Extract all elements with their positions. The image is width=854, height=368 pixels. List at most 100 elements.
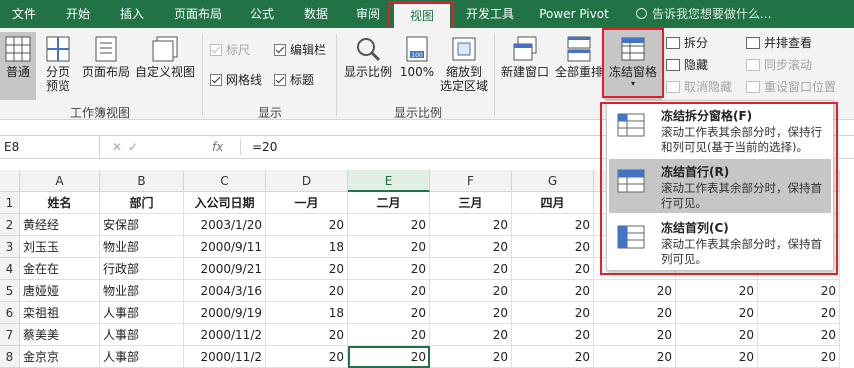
table-cell[interactable]: 20: [348, 258, 430, 280]
column-header[interactable]: G: [512, 170, 594, 192]
row-header[interactable]: 1: [0, 192, 20, 214]
table-cell[interactable]: 20: [512, 346, 594, 368]
table-cell[interactable]: 20: [594, 346, 676, 368]
table-cell[interactable]: 三月: [430, 192, 512, 214]
table-cell[interactable]: 20: [348, 280, 430, 302]
table-cell[interactable]: 蔡美美: [20, 324, 100, 346]
row-header[interactable]: 8: [0, 346, 20, 368]
table-cell[interactable]: 20: [676, 302, 758, 324]
tab-file[interactable]: 文件: [6, 0, 42, 28]
table-cell[interactable]: 栾祖祖: [20, 302, 100, 324]
row-header[interactable]: 4: [0, 258, 20, 280]
freeze-first-column-menu-item[interactable]: 冻结首列(C) 滚动工作表其余部分时，保持首列可见。: [609, 215, 831, 269]
row-header[interactable]: 2: [0, 214, 20, 236]
tell-me-search[interactable]: 告诉我您想要做什么...: [636, 0, 771, 28]
page-break-preview-button[interactable]: 分页 预览: [40, 36, 76, 93]
table-cell[interactable]: 20: [266, 280, 348, 302]
table-cell[interactable]: 20: [594, 280, 676, 302]
fx-icon[interactable]: fx: [212, 136, 223, 158]
table-cell[interactable]: 20: [266, 214, 348, 236]
table-cell[interactable]: 2000/9/11: [184, 236, 266, 258]
table-cell[interactable]: 20: [512, 302, 594, 324]
custom-views-button[interactable]: 自定义视图: [134, 36, 196, 79]
column-header[interactable]: B: [100, 170, 184, 192]
table-cell[interactable]: 行政部: [100, 258, 184, 280]
table-cell[interactable]: 唐娅娅: [20, 280, 100, 302]
column-header[interactable]: E: [348, 170, 430, 192]
table-cell[interactable]: 部门: [100, 192, 184, 214]
table-cell[interactable]: 20: [430, 214, 512, 236]
tab-data[interactable]: 数据: [296, 0, 336, 28]
gridlines-checkbox[interactable]: 网格线: [210, 72, 262, 88]
freeze-top-row-menu-item[interactable]: 冻结首行(R) 滚动工作表其余部分时，保持首行可见。: [609, 159, 831, 213]
cancel-icon[interactable]: ✕: [112, 136, 122, 158]
table-cell[interactable]: 20: [676, 280, 758, 302]
table-cell[interactable]: 20: [266, 258, 348, 280]
tab-home[interactable]: 开始: [56, 0, 100, 28]
table-cell[interactable]: 安保部: [100, 214, 184, 236]
table-cell[interactable]: 20: [348, 214, 430, 236]
tab-review[interactable]: 审阅: [348, 0, 388, 28]
tab-insert[interactable]: 插入: [112, 0, 152, 28]
table-cell[interactable]: 18: [266, 236, 348, 258]
normal-view-button[interactable]: 普通: [0, 32, 36, 100]
formula-bar-checkbox[interactable]: 编辑栏: [274, 42, 326, 58]
tab-view[interactable]: 视图: [394, 4, 450, 28]
freeze-panes-menu-item[interactable]: 冻结拆分窗格(F) 滚动工作表其余部分时，保持行和列可见(基于当前的选择)。: [609, 103, 831, 157]
column-header[interactable]: D: [266, 170, 348, 192]
column-header[interactable]: F: [430, 170, 512, 192]
column-header[interactable]: C: [184, 170, 266, 192]
table-cell[interactable]: 20: [758, 302, 840, 324]
row-header[interactable]: 7: [0, 324, 20, 346]
table-cell[interactable]: 20: [348, 346, 430, 368]
column-header[interactable]: A: [20, 170, 100, 192]
table-cell[interactable]: 20: [512, 236, 594, 258]
table-cell[interactable]: 20: [266, 346, 348, 368]
table-cell[interactable]: 20: [512, 324, 594, 346]
select-all-corner[interactable]: [0, 170, 20, 192]
table-cell[interactable]: 金在在: [20, 258, 100, 280]
zoom-to-selection-button[interactable]: 缩放到 选定区域: [438, 36, 490, 93]
row-header[interactable]: 3: [0, 236, 20, 258]
new-window-button[interactable]: 新建窗口: [498, 36, 552, 79]
freeze-panes-button[interactable]: 冻结窗格 ▾: [604, 30, 662, 100]
table-cell[interactable]: 20: [512, 214, 594, 236]
table-cell[interactable]: 20: [430, 346, 512, 368]
headings-checkbox[interactable]: 标题: [274, 72, 314, 88]
table-cell[interactable]: 2000/9/21: [184, 258, 266, 280]
table-cell[interactable]: 2004/3/16: [184, 280, 266, 302]
tab-formulas[interactable]: 公式: [240, 0, 284, 28]
table-cell[interactable]: 20: [512, 258, 594, 280]
ruler-checkbox[interactable]: 标尺: [210, 42, 250, 58]
unhide-button[interactable]: 取消隐藏: [666, 78, 732, 96]
table-cell[interactable]: 20: [758, 346, 840, 368]
table-cell[interactable]: 20: [430, 302, 512, 324]
table-cell[interactable]: 四月: [512, 192, 594, 214]
zoom-100-button[interactable]: 100 100%: [398, 36, 436, 79]
table-cell[interactable]: 物业部: [100, 280, 184, 302]
zoom-button[interactable]: 显示比例: [342, 36, 394, 79]
arrange-all-button[interactable]: 全部重排: [552, 36, 606, 79]
table-cell[interactable]: 2000/9/19: [184, 302, 266, 324]
table-cell[interactable]: 20: [758, 324, 840, 346]
table-cell[interactable]: 2000/11/2: [184, 346, 266, 368]
view-side-by-side-button[interactable]: 并排查看: [746, 34, 812, 52]
page-layout-view-button[interactable]: 页面布局: [80, 36, 132, 79]
table-cell[interactable]: 2003/1/20: [184, 214, 266, 236]
formula-input[interactable]: =20: [252, 136, 277, 158]
confirm-icon[interactable]: ✓: [128, 136, 138, 158]
table-cell[interactable]: 刘玉玉: [20, 236, 100, 258]
table-cell[interactable]: 20: [430, 236, 512, 258]
table-cell[interactable]: 金京京: [20, 346, 100, 368]
row-header[interactable]: 6: [0, 302, 20, 324]
table-cell[interactable]: 一月: [266, 192, 348, 214]
table-cell[interactable]: 20: [594, 302, 676, 324]
table-cell[interactable]: 20: [676, 346, 758, 368]
table-cell[interactable]: 人事部: [100, 302, 184, 324]
table-cell[interactable]: 20: [430, 280, 512, 302]
table-cell[interactable]: 人事部: [100, 346, 184, 368]
tab-page-layout[interactable]: 页面布局: [166, 0, 230, 28]
table-cell[interactable]: 入公司日期: [184, 192, 266, 214]
table-cell[interactable]: 20: [348, 236, 430, 258]
name-box[interactable]: E8: [0, 136, 100, 158]
